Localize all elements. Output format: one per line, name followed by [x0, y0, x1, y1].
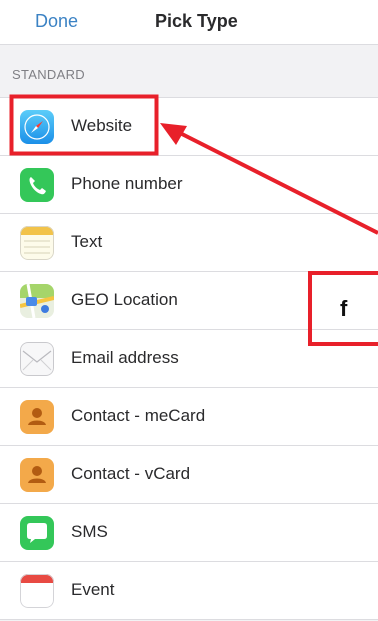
- message-bubble-icon: [20, 516, 54, 550]
- list-item-label: Text: [71, 232, 103, 251]
- notes-icon: [20, 226, 54, 260]
- list-item-label: Contact - meCard: [71, 406, 206, 425]
- list-item-contact-vcard[interactable]: Contact - vCard: [0, 446, 378, 504]
- navigation-bar: Done Pick Type: [0, 0, 378, 45]
- list-item-label: Event: [71, 580, 115, 599]
- list-item-label: GEO Location: [71, 290, 178, 309]
- callout-text: f: [340, 296, 348, 321]
- section-header: STANDARD: [12, 67, 85, 82]
- list-item-phone-number[interactable]: Phone number: [0, 156, 378, 214]
- calendar-icon: [20, 574, 54, 608]
- maps-icon: [20, 284, 54, 318]
- list-item-label: Email address: [71, 348, 179, 367]
- done-button[interactable]: Done: [35, 11, 78, 32]
- safari-compass-icon: [20, 110, 54, 144]
- list-item-sms[interactable]: SMS: [0, 504, 378, 562]
- list-item-event[interactable]: Event: [0, 562, 378, 620]
- type-list: Website Phone number Text GEO Location E…: [0, 97, 378, 620]
- list-item-label: Contact - vCard: [71, 464, 191, 483]
- contact-icon: [20, 458, 54, 492]
- list-item-label: Website: [71, 116, 133, 135]
- list-item-label: SMS: [71, 522, 108, 541]
- list-item-website[interactable]: Website: [0, 98, 378, 156]
- list-item-label: Phone number: [71, 174, 183, 193]
- contact-icon: [20, 400, 54, 434]
- envelope-icon: [20, 342, 54, 376]
- list-item-contact-mecard[interactable]: Contact - meCard: [0, 388, 378, 446]
- list-item-text[interactable]: Text: [0, 214, 378, 272]
- page-title: Pick Type: [155, 11, 238, 31]
- phone-icon: [20, 168, 54, 202]
